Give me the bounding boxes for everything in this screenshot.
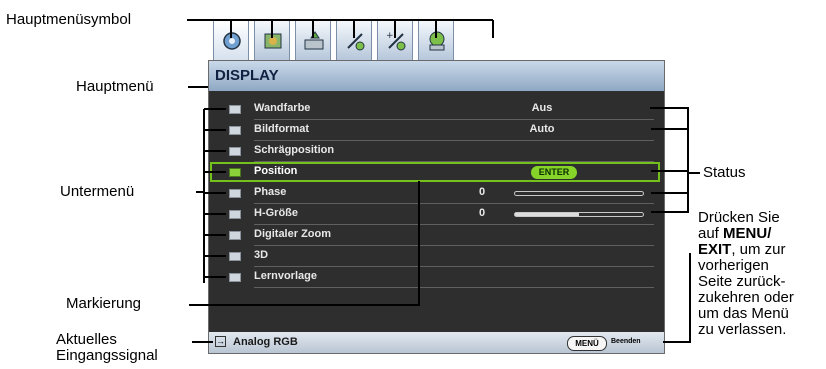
- callout-highlight: Markierung: [66, 295, 142, 312]
- menu-item-aspect-ratio[interactable]: Bildformat Auto: [209, 120, 664, 141]
- tab-system-advanced[interactable]: +: [377, 20, 413, 60]
- aspect-ratio-icon: [229, 126, 241, 135]
- exit-label: Beenden: [611, 338, 641, 345]
- osd-menu: DISPLAY Wandfarbe Aus Bildformat Auto Sc…: [208, 60, 665, 354]
- exit-note-key: EXIT: [698, 241, 732, 258]
- menu-item-label: Digitaler Zoom: [254, 228, 332, 240]
- phase-slider[interactable]: [514, 191, 644, 196]
- exit-note-line: vorherigen: [698, 257, 769, 274]
- menu-exit-button[interactable]: MENÜ: [567, 336, 607, 351]
- menu-item-label: Schrägposition: [254, 144, 335, 156]
- menu-item-value: Aus: [531, 102, 553, 114]
- menu-item-template[interactable]: Lernvorlage: [209, 267, 664, 288]
- tab-source[interactable]: [295, 20, 331, 60]
- exit-note-line: auf MENU/: [698, 226, 794, 242]
- exit-note-line: um das Menü: [698, 305, 789, 322]
- h-size-slider[interactable]: [514, 212, 644, 217]
- wall-color-icon: [229, 105, 241, 114]
- 3d-icon: [229, 252, 241, 261]
- highlight-bar: [210, 162, 660, 182]
- callout-submenu: Untermenü: [60, 183, 135, 200]
- callout-current-input-line1: Aktuelles: [56, 331, 117, 348]
- tab-information[interactable]: [418, 20, 454, 60]
- callout-main-menu-icon: Hauptmenüsymbol: [6, 11, 132, 28]
- exit-note-line: Seite zurück-: [698, 273, 786, 290]
- callout-status: Status: [703, 164, 746, 181]
- phase-icon: [229, 189, 241, 198]
- tab-display[interactable]: [213, 20, 249, 61]
- menu-item-3d[interactable]: 3D: [209, 246, 664, 267]
- menu-item-value: 0: [479, 186, 486, 198]
- system-setup-advanced-icon: +: [386, 31, 406, 51]
- menu-item-h-size[interactable]: H-Größe 0: [209, 204, 664, 225]
- exit-note-text: , um zur: [731, 241, 786, 258]
- digital-zoom-icon: [229, 231, 241, 240]
- input-source-icon: →: [215, 336, 226, 347]
- callout-current-input: Aktuelles Eingangssignal: [56, 332, 158, 364]
- menu-item-label: Wandfarbe: [254, 102, 311, 114]
- tab-system-basic[interactable]: [336, 20, 372, 60]
- slider-fill: [515, 213, 579, 216]
- menu-item-wall-color[interactable]: Wandfarbe Aus: [209, 99, 664, 120]
- menu-title: DISPLAY: [215, 67, 279, 84]
- menu-item-phase[interactable]: Phase 0: [209, 183, 664, 204]
- menu-item-label: Bildformat: [254, 123, 309, 135]
- information-menu-icon: [429, 31, 445, 51]
- menu-item-digital-zoom[interactable]: Digitaler Zoom: [209, 225, 664, 246]
- exit-note-key: MENU/: [723, 225, 772, 242]
- exit-note-line: Drücken Sie: [698, 209, 780, 226]
- keystone-icon: [229, 147, 241, 156]
- exit-note-line: zu verlassen.: [698, 321, 787, 338]
- menu-footer: → Analog RGB MENÜ Beenden: [209, 332, 664, 353]
- menu-item-keystone[interactable]: Schrägposition: [209, 141, 664, 162]
- callout-exit-note: Drücken Sie auf MENU/ EXIT, um zur vorhe…: [698, 210, 794, 338]
- callout-current-input-line2: Eingangssignal: [56, 347, 158, 364]
- exit-note-line: EXIT, um zur: [698, 242, 794, 258]
- menu-item-label: Phase: [254, 186, 287, 198]
- leader-submenu: [196, 109, 205, 283]
- source-menu-icon: [304, 31, 324, 50]
- tab-picture[interactable]: [254, 20, 290, 60]
- row-separator: [254, 287, 654, 288]
- menu-item-label: 3D: [254, 249, 269, 261]
- menu-item-value: 0: [479, 207, 486, 219]
- display-menu-icon: [223, 32, 241, 50]
- menu-item-value: Auto: [529, 123, 555, 135]
- callout-main-menu: Hauptmenü: [76, 78, 154, 95]
- svg-text:+: +: [386, 31, 394, 41]
- leader-exit-note: [663, 253, 691, 343]
- menu-header: DISPLAY: [209, 61, 664, 91]
- menu-item-label: Lernvorlage: [254, 270, 317, 282]
- system-setup-basic-icon: [347, 33, 365, 51]
- template-icon: [229, 273, 241, 282]
- current-input-source: Analog RGB: [233, 336, 298, 348]
- menu-item-label: H-Größe: [254, 207, 298, 219]
- exit-note-text: auf: [698, 225, 724, 242]
- picture-menu-icon: [264, 33, 282, 49]
- h-size-icon: [229, 210, 241, 219]
- exit-note-line: zukehren oder: [698, 289, 794, 306]
